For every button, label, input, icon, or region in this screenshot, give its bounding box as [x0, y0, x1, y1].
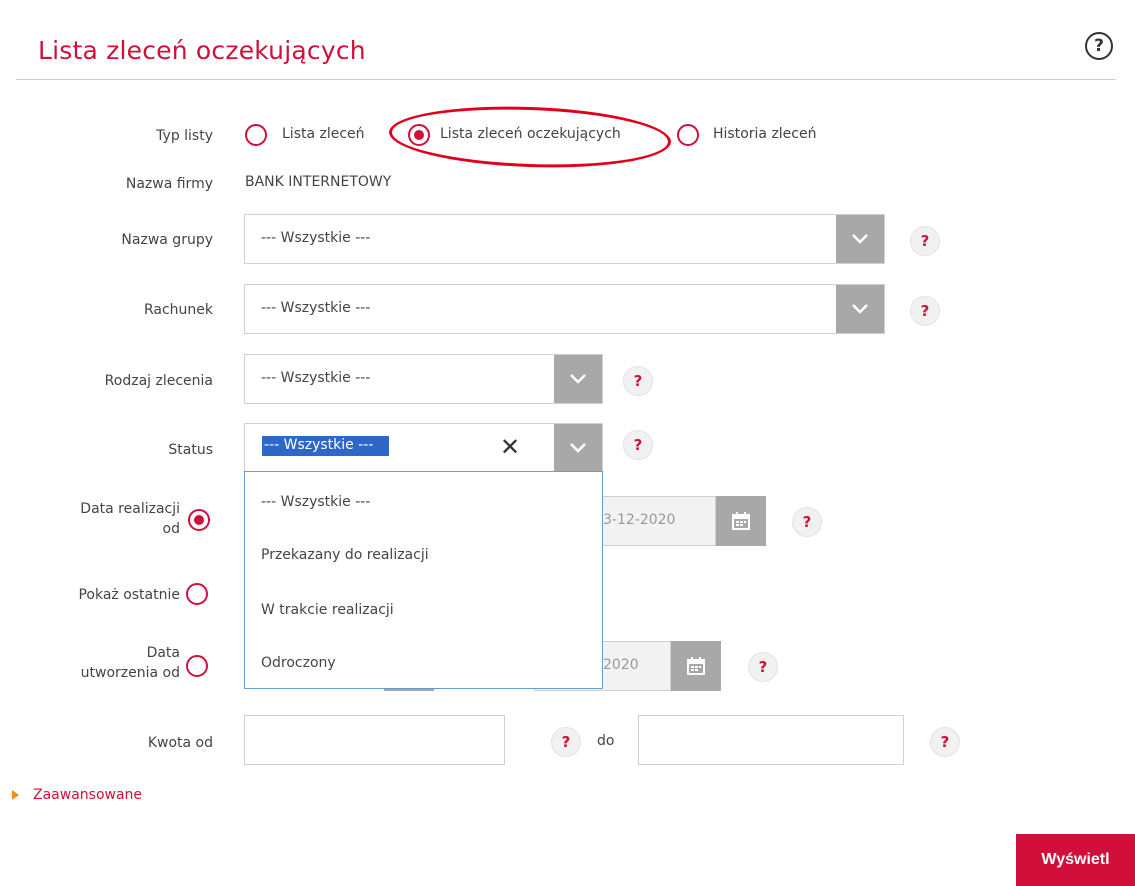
select-rachunek-value: --- Wszystkie --- — [261, 300, 371, 316]
chevron-down-icon[interactable] — [554, 355, 602, 403]
title-divider — [16, 79, 1116, 80]
status-option[interactable]: Odroczony — [261, 655, 336, 671]
radio-data-utworzenia[interactable] — [186, 655, 208, 677]
label-nazwa-firmy: Nazwa firmy — [125, 176, 213, 192]
help-icon-rodzaj-zlecenia[interactable]: ? — [623, 366, 653, 396]
chevron-down-icon[interactable] — [836, 285, 884, 333]
select-nazwa-grupy[interactable]: --- Wszystkie --- — [244, 214, 885, 264]
calendar-icon[interactable] — [716, 496, 766, 546]
caret-right-icon — [12, 790, 19, 800]
status-option[interactable]: Przekazany do realizacji — [261, 547, 429, 563]
advanced-link-label: Zaawansowane — [33, 787, 143, 803]
radio-historia-zlecen[interactable] — [677, 124, 699, 146]
label-typ-listy: Typ listy — [156, 128, 213, 144]
date-realizacji-do-value: 3-12-2020 — [603, 512, 676, 528]
select-nazwa-grupy-value: --- Wszystkie --- — [261, 230, 371, 246]
advanced-toggle[interactable]: Zaawansowane — [12, 787, 142, 803]
company-name: BANK INTERNETOWY — [245, 174, 392, 190]
chevron-down-icon[interactable] — [554, 424, 602, 472]
help-icon-kwota-od[interactable]: ? — [551, 727, 581, 757]
help-icon-nazwa-grupy[interactable]: ? — [910, 226, 940, 256]
label-data-realizacji-line2: od — [162, 521, 180, 537]
page-title: Lista zleceń oczekujących — [38, 36, 366, 65]
radio-label-lista-zlecen: Lista zleceń — [282, 126, 365, 142]
status-option[interactable]: --- Wszystkie --- — [261, 494, 370, 510]
status-dropdown-list: --- Wszystkie --- Przekazany do realizac… — [244, 471, 603, 689]
label-data-realizacji-line1: Data realizacji — [80, 501, 180, 517]
kwota-od-input[interactable] — [244, 715, 505, 765]
radio-label-historia-zlecen: Historia zleceń — [713, 126, 817, 142]
status-option[interactable]: W trakcie realizacji — [261, 602, 394, 618]
select-rachunek[interactable]: --- Wszystkie --- — [244, 284, 885, 334]
select-status-value[interactable]: --- Wszystkie --- — [264, 437, 373, 453]
help-icon-status[interactable]: ? — [623, 430, 653, 460]
label-data-realizacji: Data realizacji od — [40, 499, 180, 539]
select-rodzaj-zlecenia-value: --- Wszystkie --- — [261, 370, 371, 386]
radio-pokaz-ostatnie[interactable] — [186, 583, 208, 605]
date-utworzenia-do-value: 2020 — [603, 657, 639, 673]
chevron-down-icon[interactable] — [836, 215, 884, 263]
help-icon-data-realizacji[interactable]: ? — [792, 507, 822, 537]
kwota-do-input[interactable] — [638, 715, 904, 765]
clear-icon[interactable]: ✕ — [500, 435, 520, 459]
label-status: Status — [168, 442, 213, 458]
radio-lista-zlecen[interactable] — [245, 124, 267, 146]
label-kwota-od: Kwota od — [147, 735, 213, 751]
label-rachunek: Rachunek — [143, 302, 213, 318]
submit-button[interactable]: Wyświetl — [1016, 834, 1135, 886]
help-icon-data-utworzenia[interactable]: ? — [748, 652, 778, 682]
label-kwota-do: do — [597, 733, 615, 749]
label-pokaz-ostatnie: Pokaż ostatnie — [78, 587, 180, 603]
label-rodzaj-zlecenia: Rodzaj zlecenia — [104, 373, 213, 389]
page-help-icon[interactable]: ? — [1085, 32, 1113, 60]
label-data-utworzenia-line2: utworzenia od — [80, 665, 180, 681]
label-nazwa-grupy: Nazwa grupy — [121, 232, 213, 248]
annotation-ellipse — [388, 102, 672, 172]
calendar-icon[interactable] — [671, 641, 721, 691]
select-rodzaj-zlecenia[interactable]: --- Wszystkie --- — [244, 354, 603, 404]
help-icon-kwota-do[interactable]: ? — [930, 727, 960, 757]
label-data-utworzenia: Data utworzenia od — [40, 643, 180, 683]
help-icon-rachunek[interactable]: ? — [910, 296, 940, 326]
radio-data-realizacji[interactable] — [188, 509, 210, 531]
label-data-utworzenia-line1: Data — [146, 645, 180, 661]
